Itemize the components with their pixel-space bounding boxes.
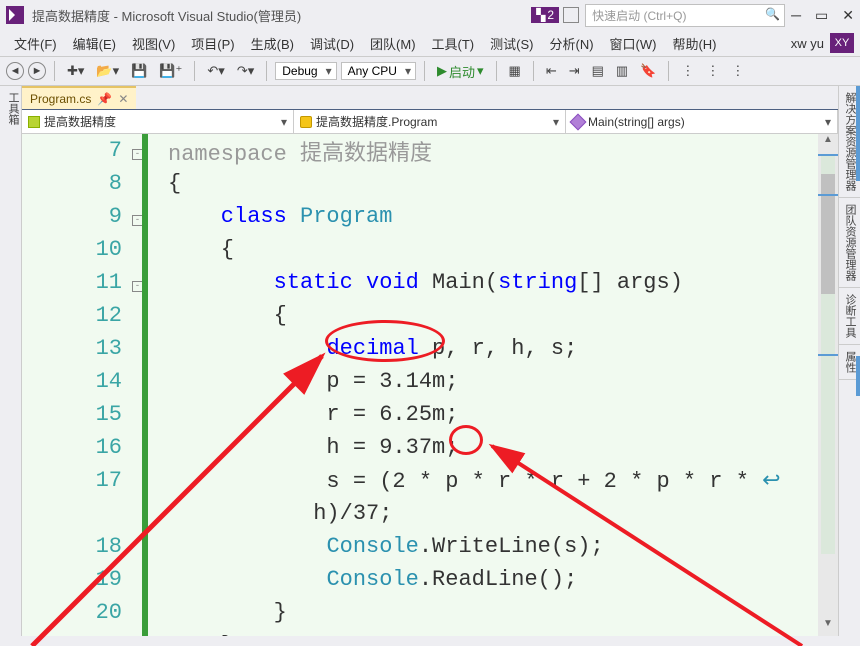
signed-in-user[interactable]: xw yu (791, 36, 824, 51)
restore-button[interactable]: ▭ (815, 7, 828, 24)
toolbar-bookmark[interactable]: 🔖 (636, 61, 660, 81)
line-number: 19 (22, 567, 132, 592)
nav-forward-button[interactable]: ► (28, 62, 46, 80)
title-bar: 提高数据精度 - Microsoft Visual Studio(管理员) ▚ … (0, 0, 860, 30)
menu-test[interactable]: 测试(S) (482, 31, 541, 56)
user-avatar[interactable]: XY (830, 33, 854, 53)
namespace-selector[interactable]: 提高数据精度 (22, 110, 294, 133)
toolbar-misc-1[interactable]: ▦ (505, 61, 525, 81)
scroll-up-icon[interactable]: ▲ (818, 134, 838, 152)
feedback-icon[interactable] (563, 7, 579, 23)
line-number: 18 (22, 534, 132, 559)
document-tabs: Program.cs 📌 ✕ (22, 86, 838, 110)
redo-button[interactable]: ↷▾ (233, 61, 258, 81)
toolbar-indent-more[interactable]: ⇥ (565, 61, 584, 81)
namespace-icon (28, 116, 40, 128)
line-number: 7 (22, 138, 132, 163)
wrap-indicator-icon: ↩ (762, 469, 780, 494)
line-number: 11 (22, 270, 132, 295)
window-title: 提高数据精度 - Microsoft Visual Studio(管理员) (32, 6, 301, 25)
open-button[interactable]: 📂▾ (92, 61, 123, 81)
solution-config-dropdown[interactable]: Debug (275, 62, 336, 80)
close-button[interactable]: ✕ (842, 7, 854, 24)
minimize-button[interactable]: ─ (791, 7, 801, 24)
main-area: Program.cs 📌 ✕ 提高数据精度 提高数据精度.Program Mai… (22, 86, 838, 636)
menu-help[interactable]: 帮助(H) (664, 31, 724, 56)
toolbar-extra-2[interactable]: ⋮ (702, 61, 723, 81)
line-number: 12 (22, 303, 132, 328)
start-debug-button[interactable]: ▶ 启动 ▾ (433, 60, 488, 83)
quick-launch-input[interactable]: 快速启动 (Ctrl+Q) 🔍 (585, 4, 785, 27)
line-number: 20 (22, 600, 132, 625)
line-number: 14 (22, 369, 132, 394)
menu-project[interactable]: 项目(P) (183, 31, 242, 56)
toolbar-comment[interactable]: ▤ (588, 61, 608, 81)
line-number: 8 (22, 171, 132, 196)
toolbox-strip[interactable]: 工具箱 (0, 86, 22, 636)
menu-view[interactable]: 视图(V) (124, 31, 183, 56)
menu-analyze[interactable]: 分析(N) (541, 31, 601, 56)
line-number: 9 (22, 204, 132, 229)
notification-flag[interactable]: ▚ 2 (531, 7, 559, 23)
code-nav-bar: 提高数据精度 提高数据精度.Program Main(string[] args… (22, 110, 838, 134)
menu-file[interactable]: 文件(F) (6, 31, 65, 56)
menu-team[interactable]: 团队(M) (362, 31, 424, 56)
menu-tools[interactable]: 工具(T) (424, 31, 483, 56)
menu-debug[interactable]: 调试(D) (302, 31, 362, 56)
menu-edit[interactable]: 编辑(E) (65, 31, 124, 56)
class-selector[interactable]: 提高数据精度.Program (294, 110, 566, 133)
standard-toolbar: ◄ ► ✚▾ 📂▾ 💾 💾⁺ ↶▾ ↷▾ Debug Any CPU ▶ 启动 … (0, 56, 860, 86)
scroll-down-icon[interactable]: ▼ (818, 618, 838, 636)
line-number: 17 (22, 468, 132, 493)
right-dock-strip: 解决方案资源管理器 团队资源管理器 诊断工具 属性 (838, 86, 860, 636)
toolbar-extra-1[interactable]: ⋮ (677, 61, 698, 81)
code-editor[interactable]: 7-namespace 提高数据精度 8{ 9- class Program 1… (22, 134, 818, 636)
menu-window[interactable]: 窗口(W) (602, 31, 665, 56)
solution-platform-dropdown[interactable]: Any CPU (341, 62, 416, 80)
document-tab-programcs[interactable]: Program.cs 📌 ✕ (22, 86, 136, 109)
class-icon (300, 116, 312, 128)
scroll-thumb[interactable] (821, 174, 835, 294)
nav-back-button[interactable]: ◄ (6, 62, 24, 80)
toolbar-indent-less[interactable]: ⇤ (542, 61, 561, 81)
line-number: 16 (22, 435, 132, 460)
toolbar-extra-3[interactable]: ⋮ (727, 61, 748, 81)
pin-icon[interactable]: 📌 (97, 92, 112, 106)
save-all-button[interactable]: 💾⁺ (155, 61, 186, 81)
team-explorer-strip[interactable]: 团队资源管理器 (839, 198, 860, 288)
line-number: 15 (22, 402, 132, 427)
save-button[interactable]: 💾 (127, 61, 151, 81)
new-project-button[interactable]: ✚▾ (63, 61, 88, 81)
diagnostics-strip[interactable]: 诊断工具 (839, 288, 860, 345)
member-selector[interactable]: Main(string[] args) (566, 110, 838, 133)
undo-button[interactable]: ↶▾ (203, 61, 228, 81)
search-icon: 🔍 (765, 7, 780, 21)
method-icon (570, 113, 587, 130)
menu-bar: 文件(F) 编辑(E) 视图(V) 项目(P) 生成(B) 调试(D) 团队(M… (0, 30, 860, 56)
toolbar-uncomment[interactable]: ▥ (612, 61, 632, 81)
vs-logo-icon (6, 6, 24, 24)
close-tab-icon[interactable]: ✕ (118, 92, 128, 106)
line-number: 10 (22, 237, 132, 262)
editor-vscrollbar[interactable]: ▲ ▼ (818, 134, 838, 636)
menu-build[interactable]: 生成(B) (243, 31, 302, 56)
line-number: 13 (22, 336, 132, 361)
